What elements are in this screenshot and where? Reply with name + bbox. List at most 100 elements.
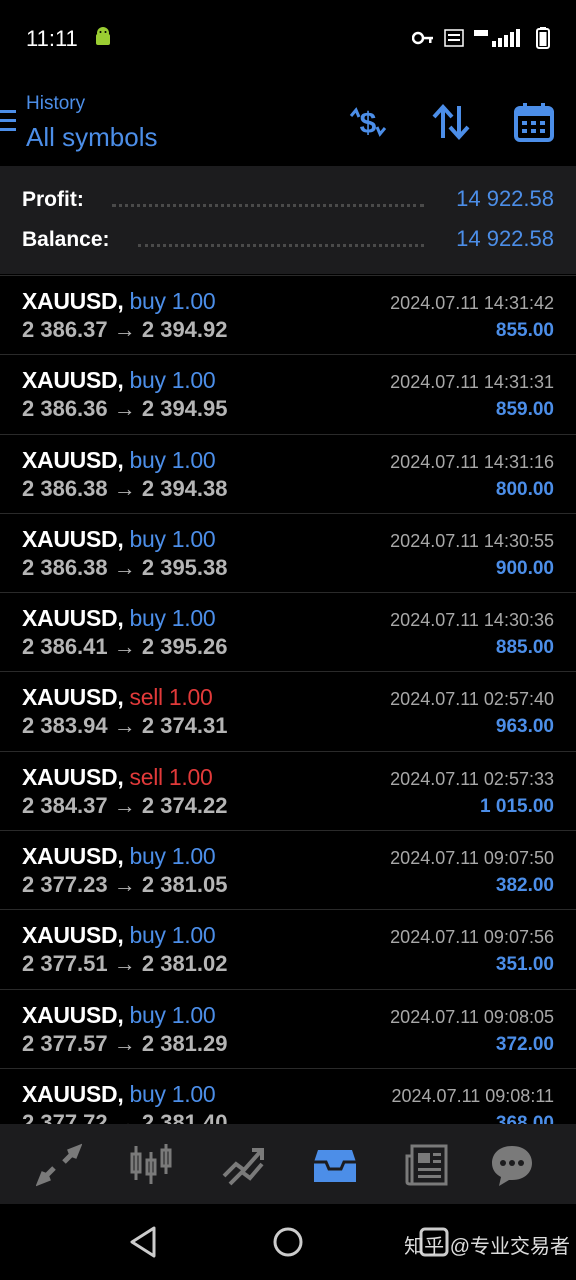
back-icon — [130, 1226, 156, 1258]
trade-prices: 2 383.94 → 2 374.31 — [22, 713, 228, 739]
trade-side: buy 1.00 — [129, 525, 216, 552]
trade-row[interactable]: XAUUSD, sell 1.00 2 384.37 → 2 374.22 20… — [0, 752, 576, 832]
trade-symbol: XAUUSD, — [22, 525, 124, 552]
leader-dots — [112, 204, 424, 207]
trade-time: 2024.07.11 09:07:50 — [390, 848, 554, 869]
trade-profit: 885.00 — [495, 637, 554, 659]
messages-icon — [492, 1146, 532, 1186]
trade-profit: 900.00 — [495, 557, 554, 579]
trade-symbol: XAUUSD, — [22, 367, 124, 394]
trade-history-list: XAUUSD, buy 1.00 2 386.37 → 2 394.92 202… — [0, 275, 576, 1149]
trade-time: 2024.07.11 09:08:11 — [391, 1085, 554, 1106]
balance-row: Balance: 14 922.58 — [22, 220, 554, 260]
trade-row[interactable]: XAUUSD, buy 1.00 2 377.57 → 2 381.29 202… — [0, 990, 576, 1069]
trade-row[interactable]: XAUUSD, buy 1.00 2 386.38 → 2 395.38 202… — [0, 514, 576, 594]
system-nav-bar: 知乎 @专业交易者 — [0, 1204, 576, 1280]
trade-symbol: XAUUSD, — [22, 288, 124, 314]
trade-symbol: XAUUSD, — [22, 446, 124, 473]
volte-icon — [444, 29, 464, 47]
trade-row[interactable]: XAUUSD, buy 1.00 2 386.41 → 2 395.26 202… — [0, 593, 576, 673]
trade-row[interactable]: XAUUSD, buy 1.00 2 386.38 → 2 394.38 202… — [0, 435, 576, 514]
trade-time: 2024.07.11 02:57:33 — [390, 768, 554, 789]
menu-icon[interactable] — [0, 110, 16, 132]
trade-prices: 2 377.57 → 2 381.29 — [22, 1030, 228, 1056]
trade-prices: 2 384.37 → 2 374.22 — [22, 792, 228, 818]
trade-side: buy 1.00 — [129, 1080, 216, 1107]
nav-back-button[interactable] — [124, 1222, 164, 1262]
trade-row[interactable]: XAUUSD, buy 1.00 2 386.37 → 2 394.92 202… — [0, 275, 576, 356]
trade-prices: 2 386.38 → 2 395.38 — [22, 554, 228, 580]
trade-symbol: XAUUSD, — [22, 605, 124, 632]
trade-profit: 800.00 — [495, 478, 554, 500]
lte-signal-icon — [474, 29, 520, 47]
status-bar: 11:11 — [0, 0, 576, 78]
news-icon — [405, 1144, 448, 1186]
trade-side: sell 1.00 — [129, 684, 213, 711]
trade-side: buy 1.00 — [129, 288, 216, 314]
balance-label: Balance: — [22, 228, 116, 252]
watermark: 知乎 @专业交易者 — [404, 1236, 570, 1258]
trade-time: 2024.07.11 09:08:05 — [390, 1006, 554, 1027]
trade-profit: 351.00 — [495, 954, 554, 976]
status-icons — [412, 26, 550, 50]
trade-prices: 2 386.36 → 2 394.95 — [22, 396, 228, 422]
tab-news[interactable] — [404, 1142, 450, 1188]
android-debug-icon — [96, 27, 110, 45]
profit-label: Profit: — [22, 188, 90, 212]
trade-symbol: XAUUSD, — [22, 843, 124, 870]
trade-row[interactable]: XAUUSD, buy 1.00 2 377.51 → 2 381.02 202… — [0, 910, 576, 990]
trade-time: 2024.07.11 14:30:36 — [390, 610, 554, 631]
leader-dots — [138, 244, 424, 247]
trade-time: 2024.07.11 14:31:16 — [390, 451, 554, 472]
history-icon — [314, 1150, 356, 1182]
svg-text:$: $ — [360, 107, 377, 140]
tab-chart[interactable] — [128, 1142, 174, 1188]
trade-symbol: XAUUSD, — [22, 763, 124, 790]
nav-home-button[interactable] — [268, 1222, 308, 1262]
trade-side: buy 1.00 — [129, 446, 216, 473]
currency-exchange-icon: $ — [349, 107, 387, 140]
profit-row: Profit: 14 922.58 — [22, 180, 554, 220]
trade-row[interactable]: XAUUSD, buy 1.00 2 377.23 → 2 381.05 202… — [0, 831, 576, 911]
trade-side: buy 1.00 — [129, 922, 216, 949]
sort-button[interactable] — [429, 100, 473, 144]
key-icon — [412, 31, 433, 45]
home-icon — [273, 1227, 303, 1257]
chart-icon — [130, 1144, 172, 1184]
trade-prices: 2 386.37 → 2 394.92 — [22, 317, 228, 342]
trade-profit: 963.00 — [495, 716, 554, 738]
trade-profit: 1 015.00 — [480, 795, 554, 817]
trade-prices: 2 377.51 → 2 381.02 — [22, 951, 228, 977]
trade-prices: 2 386.41 → 2 395.26 — [22, 634, 228, 660]
trade-side: buy 1.00 — [129, 843, 216, 870]
trade-side: buy 1.00 — [129, 1001, 216, 1028]
profit-value: 14 922.58 — [456, 186, 554, 211]
calendar-icon — [514, 103, 554, 142]
tab-messages[interactable] — [489, 1142, 535, 1188]
status-time: 11:11 — [26, 26, 78, 51]
trade-symbol: XAUUSD, — [22, 922, 124, 949]
tab-quotes[interactable] — [35, 1142, 83, 1188]
trade-side: sell 1.00 — [129, 763, 213, 790]
trade-row[interactable]: XAUUSD, buy 1.00 2 386.36 → 2 394.95 202… — [0, 355, 576, 435]
trade-profit: 372.00 — [495, 1033, 554, 1055]
trade-symbol: XAUUSD, — [22, 1001, 124, 1028]
tab-history[interactable] — [312, 1142, 358, 1188]
trade-time: 2024.07.11 09:07:56 — [390, 927, 554, 948]
trade-symbol: XAUUSD, — [22, 1080, 124, 1107]
battery-icon — [536, 27, 550, 49]
balance-value: 14 922.58 — [456, 226, 554, 251]
currency-exchange-button[interactable]: $ — [346, 100, 390, 144]
trade-icon — [222, 1148, 264, 1186]
calendar-button[interactable] — [512, 100, 556, 144]
trade-side: buy 1.00 — [129, 605, 216, 632]
header-subtitle: History — [26, 93, 86, 114]
tab-trade[interactable] — [220, 1142, 266, 1188]
trade-row[interactable]: XAUUSD, sell 1.00 2 383.94 → 2 374.31 20… — [0, 672, 576, 752]
trade-symbol: XAUUSD, — [22, 684, 124, 711]
account-summary: Profit: 14 922.58 Balance: 14 922.58 — [0, 166, 576, 274]
trade-side: buy 1.00 — [129, 367, 216, 394]
bottom-tab-bar — [0, 1124, 576, 1204]
symbol-filter-title[interactable]: All symbols — [26, 122, 157, 153]
sort-icon — [432, 104, 470, 140]
